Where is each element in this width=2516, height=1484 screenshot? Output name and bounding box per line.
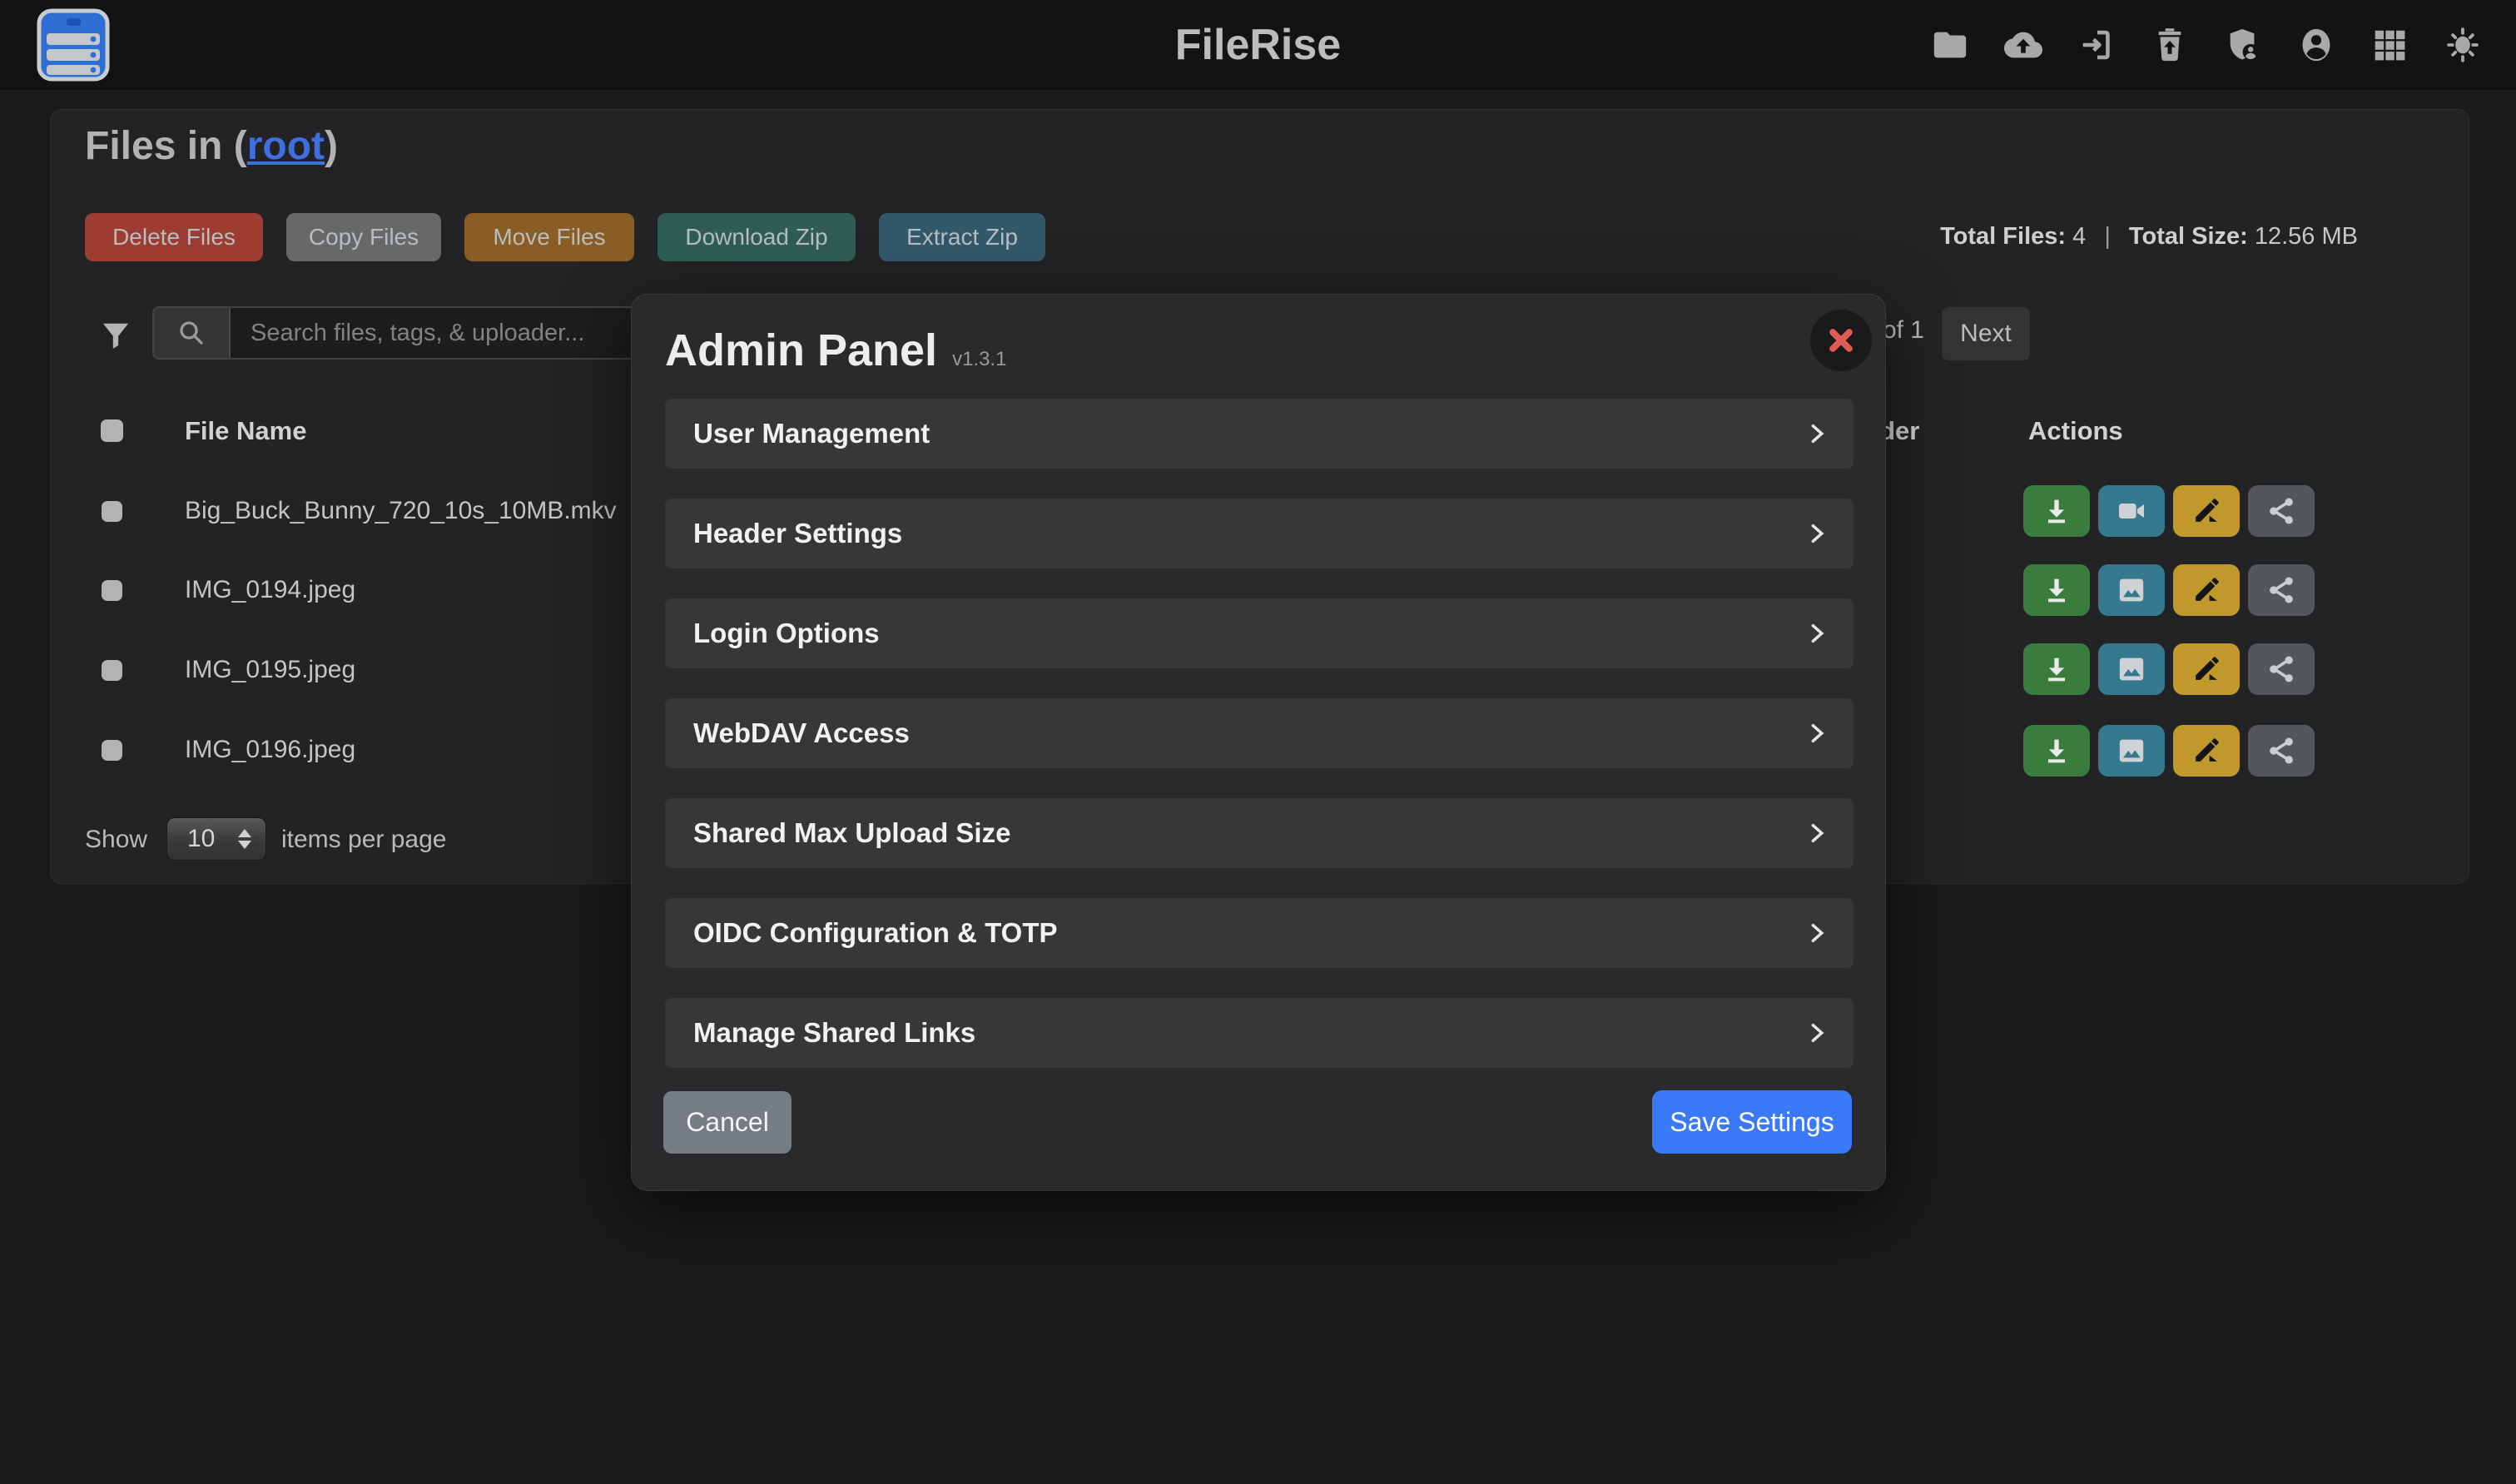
section-label: Manage Shared Links <box>693 1017 975 1049</box>
delete-files-button[interactable]: Delete Files <box>85 213 263 261</box>
rename-file-button[interactable] <box>2173 485 2240 537</box>
folder-icon[interactable] <box>1930 25 1970 65</box>
download-file-button[interactable] <box>2023 564 2090 616</box>
root-folder-link[interactable]: root <box>247 124 325 168</box>
show-label: Show <box>85 826 147 854</box>
row-checkbox[interactable] <box>102 740 122 761</box>
page-title: Files in (root) <box>85 123 338 169</box>
heading-suffix: ) <box>325 124 338 168</box>
section-label: Header Settings <box>693 518 902 549</box>
cancel-button[interactable]: Cancel <box>663 1091 792 1154</box>
next-page-button[interactable]: Next <box>1942 307 2030 360</box>
file-name-cell: IMG_0196.jpeg <box>185 736 355 764</box>
close-icon[interactable] <box>1810 310 1872 371</box>
page-size-select[interactable]: 10 <box>166 817 266 861</box>
topbar-actions <box>1930 0 2483 90</box>
grid-view-icon[interactable] <box>2370 25 2409 65</box>
section-header-settings[interactable]: Header Settings <box>665 499 1854 568</box>
row-checkbox[interactable] <box>102 580 122 601</box>
section-shared-max-upload-size[interactable]: Shared Max Upload Size <box>665 798 1854 868</box>
section-label: WebDAV Access <box>693 717 910 749</box>
share-file-button[interactable] <box>2248 643 2315 695</box>
admin-panel-modal: Admin Panel v1.3.1 User Management Heade… <box>631 294 1886 1191</box>
filter-icon[interactable] <box>100 320 132 351</box>
chevron-right-icon <box>1805 622 1829 645</box>
rename-file-button[interactable] <box>2173 725 2240 777</box>
section-label: Shared Max Upload Size <box>693 817 1010 849</box>
summary-divider: | <box>2104 223 2111 250</box>
section-oidc-totp[interactable]: OIDC Configuration & TOTP <box>665 898 1854 968</box>
app-root: FileRise <box>0 0 2516 1484</box>
row-checkbox[interactable] <box>102 501 122 522</box>
sign-in-icon[interactable] <box>2077 25 2117 65</box>
admin-sections: User Management Header Settings Login Op… <box>665 399 1854 1068</box>
user-icon[interactable] <box>2296 25 2336 65</box>
top-bar: FileRise <box>0 0 2516 90</box>
video-preview-button[interactable] <box>2098 485 2165 537</box>
admin-shield-icon[interactable] <box>2223 25 2263 65</box>
chevron-right-icon <box>1805 722 1829 745</box>
chevron-right-icon <box>1805 422 1829 445</box>
section-login-options[interactable]: Login Options <box>665 598 1854 668</box>
column-header-actions: Actions <box>2028 416 2123 446</box>
total-size-label: Total Size: <box>2129 223 2248 250</box>
restore-trash-icon[interactable] <box>2150 25 2190 65</box>
chevron-right-icon <box>1805 1021 1829 1045</box>
save-settings-button[interactable]: Save Settings <box>1652 1090 1852 1154</box>
share-file-button[interactable] <box>2248 564 2315 616</box>
download-file-button[interactable] <box>2023 485 2090 537</box>
chevron-right-icon <box>1805 522 1829 545</box>
light-mode-icon[interactable] <box>2443 25 2483 65</box>
heading-prefix: Files in ( <box>85 124 247 168</box>
file-name-cell: Big_Buck_Bunny_720_10s_10MB.mkv <box>185 497 617 525</box>
move-files-button[interactable]: Move Files <box>464 213 634 261</box>
copy-files-button[interactable]: Copy Files <box>286 213 441 261</box>
image-preview-button[interactable] <box>2098 643 2165 695</box>
modal-header: Admin Panel v1.3.1 <box>665 325 1006 376</box>
column-header-file-name[interactable]: File Name <box>185 416 306 446</box>
file-name-cell: IMG_0195.jpeg <box>185 656 355 684</box>
cloud-upload-icon[interactable] <box>2003 25 2043 65</box>
rename-file-button[interactable] <box>2173 564 2240 616</box>
chevron-right-icon <box>1805 921 1829 945</box>
section-webdav-access[interactable]: WebDAV Access <box>665 698 1854 768</box>
select-all-checkbox[interactable] <box>101 419 123 442</box>
share-file-button[interactable] <box>2248 725 2315 777</box>
section-manage-shared-links[interactable]: Manage Shared Links <box>665 998 1854 1068</box>
page-size-value: 10 <box>167 825 231 853</box>
items-per-page-label: items per page <box>281 826 446 854</box>
total-files-label: Total Files: <box>1940 223 2066 250</box>
rename-file-button[interactable] <box>2173 643 2240 695</box>
section-label: OIDC Configuration & TOTP <box>693 917 1058 949</box>
section-user-management[interactable]: User Management <box>665 399 1854 469</box>
download-file-button[interactable] <box>2023 643 2090 695</box>
row-checkbox[interactable] <box>102 660 122 681</box>
chevron-right-icon <box>1805 821 1829 845</box>
totals-summary: Total Files: 4 | Total Size: 12.56 MB <box>1940 223 2358 251</box>
share-file-button[interactable] <box>2248 485 2315 537</box>
download-file-button[interactable] <box>2023 725 2090 777</box>
select-stepper-icon <box>231 829 265 849</box>
extract-zip-button[interactable]: Extract Zip <box>879 213 1045 261</box>
section-label: User Management <box>693 418 930 449</box>
image-preview-button[interactable] <box>2098 564 2165 616</box>
download-zip-button[interactable]: Download Zip <box>658 213 856 261</box>
modal-title: Admin Panel <box>665 325 937 376</box>
total-size-value: 12.56 MB <box>2255 223 2358 250</box>
modal-version: v1.3.1 <box>952 348 1006 371</box>
section-label: Login Options <box>693 618 880 649</box>
image-preview-button[interactable] <box>2098 725 2165 777</box>
search-icon <box>154 308 231 358</box>
file-name-cell: IMG_0194.jpeg <box>185 576 355 604</box>
total-files-value: 4 <box>2072 223 2086 250</box>
